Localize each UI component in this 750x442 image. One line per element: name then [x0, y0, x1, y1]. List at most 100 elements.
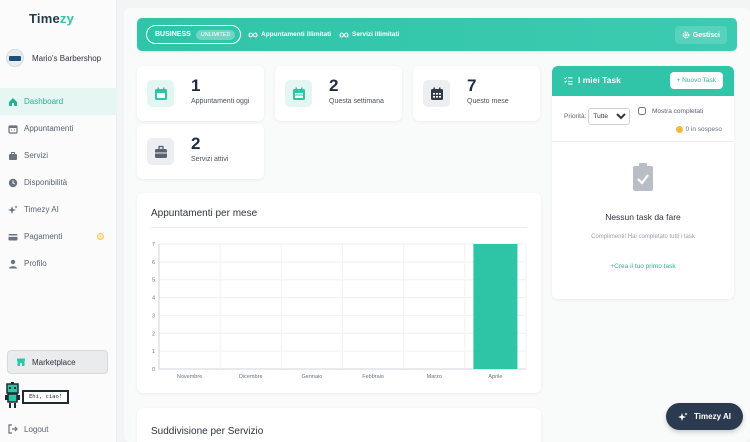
stat-label: Servizi attivi [191, 156, 229, 163]
y-tick-label: 3 [152, 313, 155, 319]
sparkle-icon [8, 205, 18, 215]
tasks-header: I miei Task + Nuovo Task [552, 66, 734, 96]
stat-card-month: 7 Questo mese [413, 66, 540, 121]
x-tick-label: Aprile [488, 374, 502, 380]
create-first-task-link[interactable]: +Crea il tuo primo task [552, 263, 734, 270]
stat-value: 1 [191, 76, 201, 95]
show-completed-toggle[interactable]: Mostra completati [638, 107, 703, 115]
stat-value: 7 [467, 76, 477, 95]
infinity-icon [248, 32, 258, 38]
sidebar-item-timezy-ai[interactable]: Timezy AI [0, 196, 117, 223]
logout-icon [8, 424, 18, 434]
briefcase-icon [8, 151, 18, 161]
plan-banner: BUSINESS UNLIMITED Appuntamenti illimita… [137, 18, 737, 51]
bar-aprile [473, 244, 518, 369]
clipboard-check-icon [633, 163, 653, 191]
priority-filter: Priorità: Tutte [564, 108, 631, 125]
shop-name: Mario's Barbershop [32, 53, 102, 63]
stat-label: Questa settimana [329, 98, 384, 105]
logout-button[interactable]: Logout [8, 424, 48, 434]
tasks-filters: Priorità: Tutte Mostra completati 0 in s… [552, 96, 734, 142]
services-breakdown-card: Suddivisione per Servizio [137, 408, 541, 442]
y-tick-label: 5 [152, 278, 155, 284]
y-tick-label: 0 [152, 367, 155, 373]
sidebar-item-label: Disponibilità [24, 178, 68, 187]
clock-icon [8, 178, 18, 188]
tasks-title-label: I miei Task [578, 75, 621, 85]
sidebar: Timezy Mario's Barbershop Dashboard Appu… [0, 0, 117, 442]
calendar-icon [8, 124, 18, 134]
sidebar-item-label: Pagamenti [24, 232, 63, 241]
priority-select[interactable]: Tutte [588, 108, 631, 125]
tasks-panel: I miei Task + Nuovo Task Priorità: Tutte… [552, 66, 734, 299]
calendar-icon [147, 80, 174, 107]
stat-card-week: 2 Questa settimana [275, 66, 402, 121]
stat-card-today: 1 Appuntamenti oggi [137, 66, 264, 121]
y-tick-label: 7 [152, 242, 155, 248]
sidebar-item-label: Dashboard [24, 97, 64, 106]
calendar-week-icon [285, 80, 312, 107]
marketplace-button[interactable]: Marketplace [7, 350, 108, 374]
y-tick-label: 6 [152, 260, 155, 266]
sidebar-item-label: Profilo [24, 259, 47, 268]
sidebar-item-label: Timezy AI [24, 205, 59, 214]
user-icon [8, 259, 18, 269]
stat-card-services: 2 Servizi attivi [137, 124, 264, 179]
feature-unlimited-services: Servizi illimitati [339, 31, 399, 38]
shop-avatar [6, 49, 24, 67]
show-completed-label: Mostra completati [652, 107, 704, 115]
x-tick-label: Gennaio [302, 374, 323, 380]
empty-state-title: Nessun task da fare [605, 212, 681, 222]
feature-label: Appuntamenti illimitati [261, 31, 332, 38]
tasks-title: I miei Task [564, 75, 621, 85]
appointments-chart-card: Appuntamenti per mese 0 1 2 3 4 5 6 7 Novembre Di… [137, 193, 541, 393]
sidebar-item-label: Appuntamenti [24, 124, 74, 133]
gear-icon [682, 31, 690, 39]
pending-label: 0 in sospeso [685, 126, 723, 133]
y-tick-label: 4 [152, 296, 155, 302]
sidebar-item-dashboard[interactable]: Dashboard [0, 88, 117, 115]
checklist-icon [564, 76, 573, 85]
priority-label: Priorità: [564, 113, 587, 120]
x-tick-label: Febbraio [362, 374, 384, 380]
sidebar-item-appuntamenti[interactable]: Appuntamenti [0, 115, 117, 142]
y-tick-label: 1 [152, 349, 155, 355]
sidebar-item-label: Servizi [24, 151, 49, 160]
x-tick-label: Dicembre [239, 374, 263, 380]
logout-label: Logout [24, 424, 49, 434]
plan-unlimited-tag: UNLIMITED [195, 29, 236, 40]
plan-name: BUSINESS [155, 31, 191, 38]
appointments-bar-chart: 0 1 2 3 4 5 6 7 Novembre Dicembre Gennaio Febbraio M… [152, 242, 527, 380]
briefcase-icon [147, 138, 174, 165]
mascot-speech-bubble: Ehi, ciao! [22, 390, 70, 404]
shop-profile[interactable]: Mario's Barbershop [6, 49, 101, 67]
notification-badge [97, 233, 104, 240]
feature-label: Servizi illimitati [352, 31, 400, 38]
pending-count: 0 in sospeso [675, 126, 723, 133]
empty-state-subtitle: Complimenti! Hai completato tutti i task [591, 234, 695, 240]
sidebar-nav: Dashboard Appuntamenti Servizi Disponibi… [0, 88, 117, 277]
sidebar-item-servizi[interactable]: Servizi [0, 142, 117, 169]
manage-label: Gestisci [692, 31, 720, 39]
stat-label: Appuntamenti oggi [191, 98, 250, 105]
y-tick-label: 2 [152, 331, 155, 337]
credit-card-icon [8, 232, 18, 242]
x-tick-label: Novembre [177, 374, 202, 380]
stat-label: Questo mese [467, 98, 509, 105]
sidebar-item-profilo[interactable]: Profilo [0, 250, 117, 277]
marketplace-label: Marketplace [32, 357, 76, 367]
new-task-button[interactable]: + Nuovo Task [669, 72, 723, 89]
store-icon [16, 357, 26, 367]
services-breakdown-title: Suddivisione per Servizio [151, 426, 264, 437]
app-logo[interactable]: Timezy [29, 11, 74, 26]
pending-dot-icon [675, 126, 683, 133]
mascot-robot-icon[interactable] [4, 382, 22, 410]
timezy-ai-button[interactable]: Timezy AI [666, 403, 743, 430]
plan-badge: BUSINESS UNLIMITED [146, 25, 242, 44]
sidebar-item-disponibilita[interactable]: Disponibilità [0, 169, 117, 196]
ai-button-label: Timezy AI [694, 412, 731, 421]
sidebar-item-pagamenti[interactable]: Pagamenti [0, 223, 117, 250]
show-completed-checkbox[interactable] [638, 107, 646, 115]
stat-value: 2 [191, 134, 201, 153]
manage-plan-button[interactable]: Gestisci [674, 26, 727, 44]
